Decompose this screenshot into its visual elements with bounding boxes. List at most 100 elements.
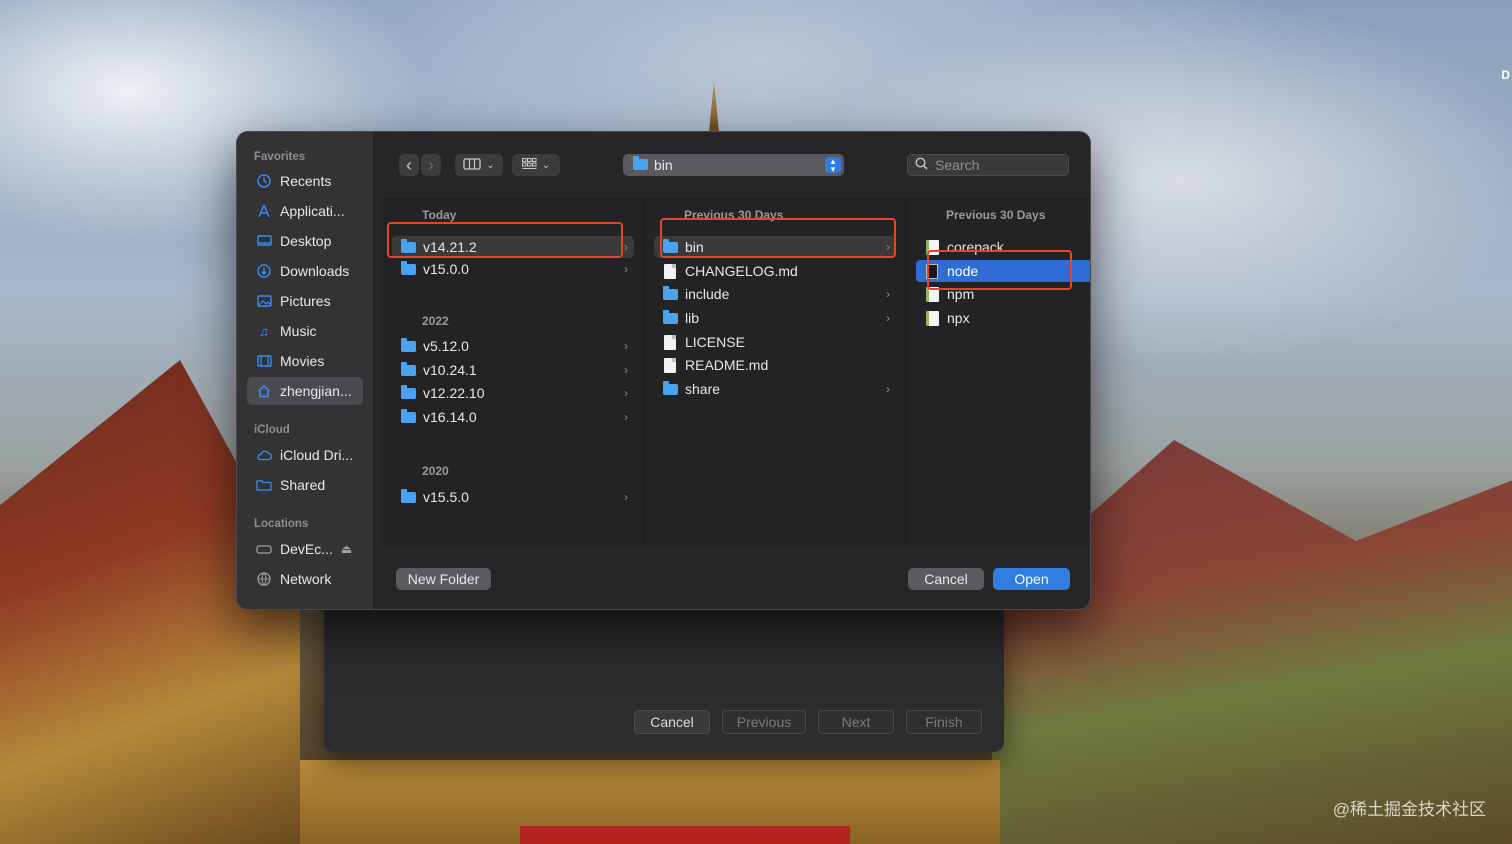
chevron-right-icon: › [624,490,628,504]
folder-icon [662,380,678,395]
drive-icon [256,541,272,557]
temple-spire [709,80,719,132]
file-browser-main: ‹ › ⌄ ⌄ bin ▴ ▾ Search Today v14.21.2 › … [374,132,1090,609]
chevron-down-icon: ⌄ [541,159,551,171]
path-popup[interactable]: bin ▴ ▾ [623,154,844,176]
column-browser: Today v14.21.2 › v15.0.0 › 2022 v5.12.0 … [382,198,1090,546]
sidebar-item-shared[interactable]: Shared [247,471,363,499]
list-item-npx[interactable]: npx [916,307,1090,329]
sidebar-item-icloud-drive[interactable]: iCloud Dri... [247,441,363,469]
item-label: node [947,263,979,279]
group-options-button[interactable]: ⌄ [512,154,560,176]
group-header-2022: 2022 [422,314,449,328]
sidebar-item-movies[interactable]: Movies [247,347,363,375]
music-icon: ♫ [259,323,269,339]
wizard-next-button[interactable]: Next [818,710,894,734]
item-label: README.md [685,357,769,373]
open-file-dialog: Favorites Recents Applicati... Desktop D… [236,131,1091,610]
item-label: v16.14.0 [423,409,477,425]
wizard-dialog: Cancel Previous Next Finish [324,590,1004,752]
chevron-right-icon: › [886,382,890,396]
list-item-license[interactable]: LICENSE [654,331,896,353]
list-item-changelog[interactable]: CHANGELOG.md [654,260,896,282]
sidebar-section-favorites: Favorites [254,151,306,163]
new-folder-button[interactable]: New Folder [396,568,491,590]
list-item-bin[interactable]: bin › [654,236,896,258]
column-bin-contents: Previous 30 Days corepack node npm npx [906,199,1090,546]
sidebar: Favorites Recents Applicati... Desktop D… [237,132,374,609]
sidebar-item-label: Network [280,571,332,587]
sidebar-item-network[interactable]: Network [247,565,363,593]
back-button[interactable]: ‹ [399,154,419,176]
sidebar-item-recents[interactable]: Recents [247,167,363,195]
chevron-right-icon: › [624,262,628,276]
list-item-v15-0-0[interactable]: v15.0.0 › [392,258,634,280]
list-item-v16-14-0[interactable]: v16.14.0 › [392,406,634,428]
sidebar-item-music[interactable]: ♫ Music [247,317,363,345]
sidebar-item-label: iCloud Dri... [280,447,354,463]
up-down-arrows-icon: ▴ ▾ [825,157,841,174]
column-versions: Today v14.21.2 › v15.0.0 › 2022 v5.12.0 … [382,199,644,546]
sidebar-section-icloud: iCloud [254,424,290,436]
sidebar-item-downloads[interactable]: Downloads [247,257,363,285]
sidebar-item-devec[interactable]: DevEc... ⏏ [247,535,363,563]
list-item-v10-24-1[interactable]: v10.24.1 › [392,359,634,381]
folder-icon [400,260,416,275]
pictures-icon [256,293,272,309]
list-item-share[interactable]: share › [654,378,896,400]
temple-door [520,826,850,844]
sidebar-item-label: Pictures [280,293,331,309]
forward-button[interactable]: › [421,154,441,176]
list-item-corepack[interactable]: corepack [916,236,1090,258]
eject-icon[interactable]: ⏏ [341,542,352,556]
list-item-node[interactable]: node [916,260,1090,282]
list-item-v12-22-10[interactable]: v12.22.10 › [392,382,634,404]
wizard-cancel-button[interactable]: Cancel [634,710,710,734]
item-label: corepack [947,239,1004,255]
sidebar-item-label: Desktop [280,233,332,249]
executable-icon [924,310,940,326]
item-label: v10.24.1 [423,362,477,378]
item-label: bin [685,239,704,255]
search-field[interactable]: Search [907,154,1069,176]
cancel-button[interactable]: Cancel [908,568,984,590]
chevron-right-icon: › [886,240,890,254]
sidebar-item-desktop[interactable]: Desktop [247,227,363,255]
folder-icon [633,156,648,173]
group-header-2020: 2020 [422,464,449,478]
item-label: LICENSE [685,334,745,350]
movies-icon [256,353,272,369]
sidebar-item-home[interactable]: zhengjian... [247,377,363,405]
chevron-right-icon: › [624,363,628,377]
list-item-include[interactable]: include › [654,283,896,305]
search-placeholder: Search [935,157,980,173]
chevron-right-icon: › [886,311,890,325]
wizard-finish-button[interactable]: Finish [906,710,982,734]
sidebar-section-locations: Locations [254,518,309,530]
list-item-lib[interactable]: lib › [654,307,896,329]
open-button[interactable]: Open [993,568,1070,590]
item-label: lib [685,310,700,326]
item-label: npx [947,310,970,326]
chevron-down-icon: ⌄ [486,159,495,171]
columns-view-icon [463,157,481,173]
sidebar-item-label: Movies [280,353,325,369]
sidebar-item-label: Music [280,323,317,339]
list-item-readme[interactable]: README.md [654,354,896,376]
wizard-previous-button[interactable]: Previous [722,710,806,734]
list-item-v5-12-0[interactable]: v5.12.0 › [392,335,634,357]
item-label: v15.0.0 [423,261,469,277]
executable-icon [924,286,940,302]
view-columns-button[interactable]: ⌄ [455,154,503,176]
sidebar-item-label: Downloads [280,263,350,279]
item-label: v12.22.10 [423,385,485,401]
list-item-v15-5-0[interactable]: v15.5.0 › [392,486,634,508]
sidebar-item-applications[interactable]: Applicati... [247,197,363,225]
list-item-npm[interactable]: npm [916,283,1090,305]
list-item-v14-21-2[interactable]: v14.21.2 › [392,236,634,258]
document-icon [662,334,678,350]
item-label: npm [947,286,975,302]
folder-icon [400,488,416,503]
sidebar-item-pictures[interactable]: Pictures [247,287,363,315]
path-popup-label: bin [654,157,673,173]
